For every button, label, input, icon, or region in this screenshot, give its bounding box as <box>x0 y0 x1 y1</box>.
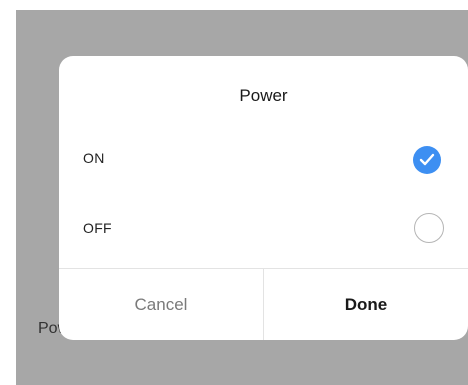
checkmark-icon <box>419 153 435 166</box>
done-button[interactable]: Done <box>264 269 468 340</box>
power-dialog: Power ON OFF Cancel Done <box>59 56 468 340</box>
settings-screen: Power ON › Power ON OFF Cancel Done <box>16 10 468 385</box>
option-label: ON <box>83 150 105 166</box>
option-off[interactable]: OFF <box>59 202 468 258</box>
option-label: OFF <box>83 220 112 236</box>
cancel-button[interactable]: Cancel <box>59 269 263 340</box>
option-on[interactable]: ON <box>59 132 468 188</box>
dialog-title: Power <box>239 86 288 105</box>
radio-unchecked-icon[interactable] <box>414 213 444 243</box>
radio-checked-icon[interactable] <box>413 146 441 174</box>
